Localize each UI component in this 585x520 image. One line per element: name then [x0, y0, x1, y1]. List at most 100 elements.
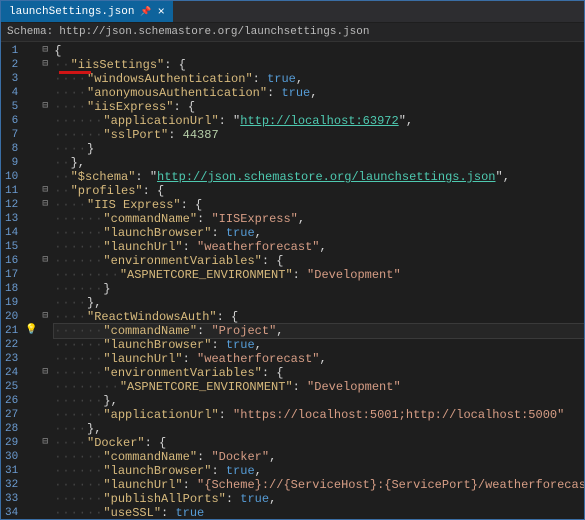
line-number: 22 — [5, 338, 18, 352]
indent-guide: ···· — [54, 100, 87, 114]
punctuation: , — [310, 86, 317, 100]
code-line[interactable]: ······"applicationUrl": "https://localho… — [54, 408, 584, 422]
code-line[interactable]: ······"useSSL": true — [54, 506, 584, 518]
code-line[interactable]: { — [54, 44, 584, 58]
punctuation: : — [197, 324, 211, 338]
fold-spacer — [38, 422, 52, 436]
code-line[interactable]: ······"launchUrl": "{Scheme}://{ServiceH… — [54, 478, 584, 492]
fold-spacer — [38, 156, 52, 170]
json-string: "{Scheme}://{ServiceHost}:{ServicePort}/… — [197, 478, 584, 492]
punctuation: : — [219, 408, 233, 422]
close-icon[interactable]: × — [158, 6, 165, 18]
fold-toggle-icon[interactable]: ⊟ — [38, 310, 52, 324]
indent-guide: ···· — [54, 422, 87, 436]
fold-spacer — [38, 492, 52, 506]
schema-url[interactable]: http://json.schemastore.org/launchsettin… — [59, 26, 369, 38]
punctuation: , — [298, 212, 305, 226]
code-line[interactable]: ······"launchBrowser": true, — [54, 338, 584, 352]
code-line[interactable]: ········"ASPNETCORE_ENVIRONMENT": "Devel… — [54, 380, 584, 394]
indent-guide: ······ — [54, 492, 103, 506]
fold-toggle-icon[interactable]: ⊟ — [38, 184, 52, 198]
indent-guide: ···· — [54, 198, 87, 212]
code-line[interactable]: ··"iisSettings": { — [54, 58, 584, 72]
code-line[interactable]: ····"IIS Express": { — [54, 198, 584, 212]
fold-toggle-icon[interactable]: ⊟ — [38, 366, 52, 380]
code-line[interactable]: ······"launchUrl": "weatherforecast", — [54, 240, 584, 254]
bulb-spacer — [24, 296, 38, 310]
fold-toggle-icon[interactable]: ⊟ — [38, 58, 52, 72]
line-number: 24 — [5, 366, 18, 380]
line-number: 8 — [5, 142, 18, 156]
line-number: 15 — [5, 240, 18, 254]
code-line[interactable]: ······"environmentVariables": { — [54, 366, 584, 380]
fold-spacer — [38, 240, 52, 254]
json-string[interactable]: http://localhost:63972 — [240, 114, 398, 128]
fold-spacer — [38, 86, 52, 100]
json-key: "sslPort" — [103, 128, 168, 142]
indent-guide: ······ — [54, 394, 103, 408]
code-editor[interactable]: 1234567891011121314151617181920212223242… — [1, 42, 584, 518]
punctuation: , — [255, 464, 262, 478]
bulb-spacer — [24, 226, 38, 240]
code-line[interactable]: ····"windowsAuthentication": true, — [54, 72, 584, 86]
tab-launchsettings[interactable]: launchSettings.json 📌 × — [1, 1, 173, 22]
schema-label: Schema: — [7, 26, 53, 38]
indent-guide: ······ — [54, 254, 103, 268]
code-line[interactable]: ········"ASPNETCORE_ENVIRONMENT": "Devel… — [54, 268, 584, 282]
code-line[interactable]: ····}, — [54, 422, 584, 436]
fold-toggle-icon[interactable]: ⊟ — [38, 100, 52, 114]
fold-spacer — [38, 464, 52, 478]
json-key: "iisExpress" — [87, 100, 173, 114]
punctuation: : — [211, 338, 225, 352]
json-string[interactable]: http://json.schemastore.org/launchsettin… — [157, 170, 495, 184]
indent-guide: ·· — [54, 58, 70, 72]
code-line[interactable]: ······"publishAllPorts": true, — [54, 492, 584, 506]
punctuation: ", — [496, 170, 510, 184]
code-line[interactable]: ····} — [54, 142, 584, 156]
code-line[interactable]: ··}, — [54, 156, 584, 170]
code-line[interactable]: ····"Docker": { — [54, 436, 584, 450]
indent-guide: ···· — [54, 86, 87, 100]
code-line[interactable]: ····"ReactWindowsAuth": { — [54, 310, 584, 324]
code-line[interactable]: ····"anonymousAuthentication": true, — [54, 86, 584, 100]
code-line[interactable]: ····}, — [54, 296, 584, 310]
code-area[interactable]: {··"iisSettings": {····"windowsAuthentic… — [52, 42, 584, 518]
line-number: 7 — [5, 128, 18, 142]
fold-toggle-icon[interactable]: ⊟ — [38, 254, 52, 268]
line-number: 30 — [5, 450, 18, 464]
fold-toggle-icon[interactable]: ⊟ — [38, 436, 52, 450]
indent-guide: ···· — [54, 72, 87, 86]
code-line[interactable]: ··"$schema": "http://json.schemastore.or… — [54, 170, 584, 184]
bulb-spacer — [24, 492, 38, 506]
code-line[interactable]: ······"commandName": "Docker", — [54, 450, 584, 464]
punctuation: , — [255, 226, 262, 240]
code-line[interactable]: ······"launchBrowser": true, — [54, 464, 584, 478]
indent-guide: ······ — [54, 352, 103, 366]
punctuation: : — [293, 268, 307, 282]
pin-icon[interactable]: 📌 — [140, 7, 151, 17]
punctuation: : { — [145, 436, 167, 450]
code-line[interactable]: ······"sslPort": 44387 — [54, 128, 584, 142]
json-key: "Docker" — [87, 436, 145, 450]
json-string: "Project" — [211, 324, 276, 338]
fold-spacer — [38, 478, 52, 492]
code-line[interactable]: ······"launchBrowser": true, — [54, 226, 584, 240]
code-line[interactable]: ······"applicationUrl": "http://localhos… — [54, 114, 584, 128]
lightbulb-icon[interactable]: 💡 — [24, 324, 38, 338]
line-number: 17 — [5, 268, 18, 282]
code-line[interactable]: ······}, — [54, 394, 584, 408]
fold-spacer — [38, 72, 52, 86]
code-line[interactable]: ······"commandName": "Project", — [54, 324, 584, 338]
code-line[interactable]: ······"commandName": "IISExpress", — [54, 212, 584, 226]
code-line[interactable]: ··"profiles": { — [54, 184, 584, 198]
fold-toggle-icon[interactable]: ⊟ — [38, 44, 52, 58]
json-boolean: true — [226, 338, 255, 352]
code-line[interactable]: ······"environmentVariables": { — [54, 254, 584, 268]
line-number: 1 — [5, 44, 18, 58]
fold-toggle-icon[interactable]: ⊟ — [38, 198, 52, 212]
code-line[interactable]: ······"launchUrl": "weatherforecast", — [54, 352, 584, 366]
code-line[interactable]: ····"iisExpress": { — [54, 100, 584, 114]
json-string: "weatherforecast" — [197, 240, 319, 254]
bulb-spacer — [24, 254, 38, 268]
code-line[interactable]: ······} — [54, 282, 584, 296]
